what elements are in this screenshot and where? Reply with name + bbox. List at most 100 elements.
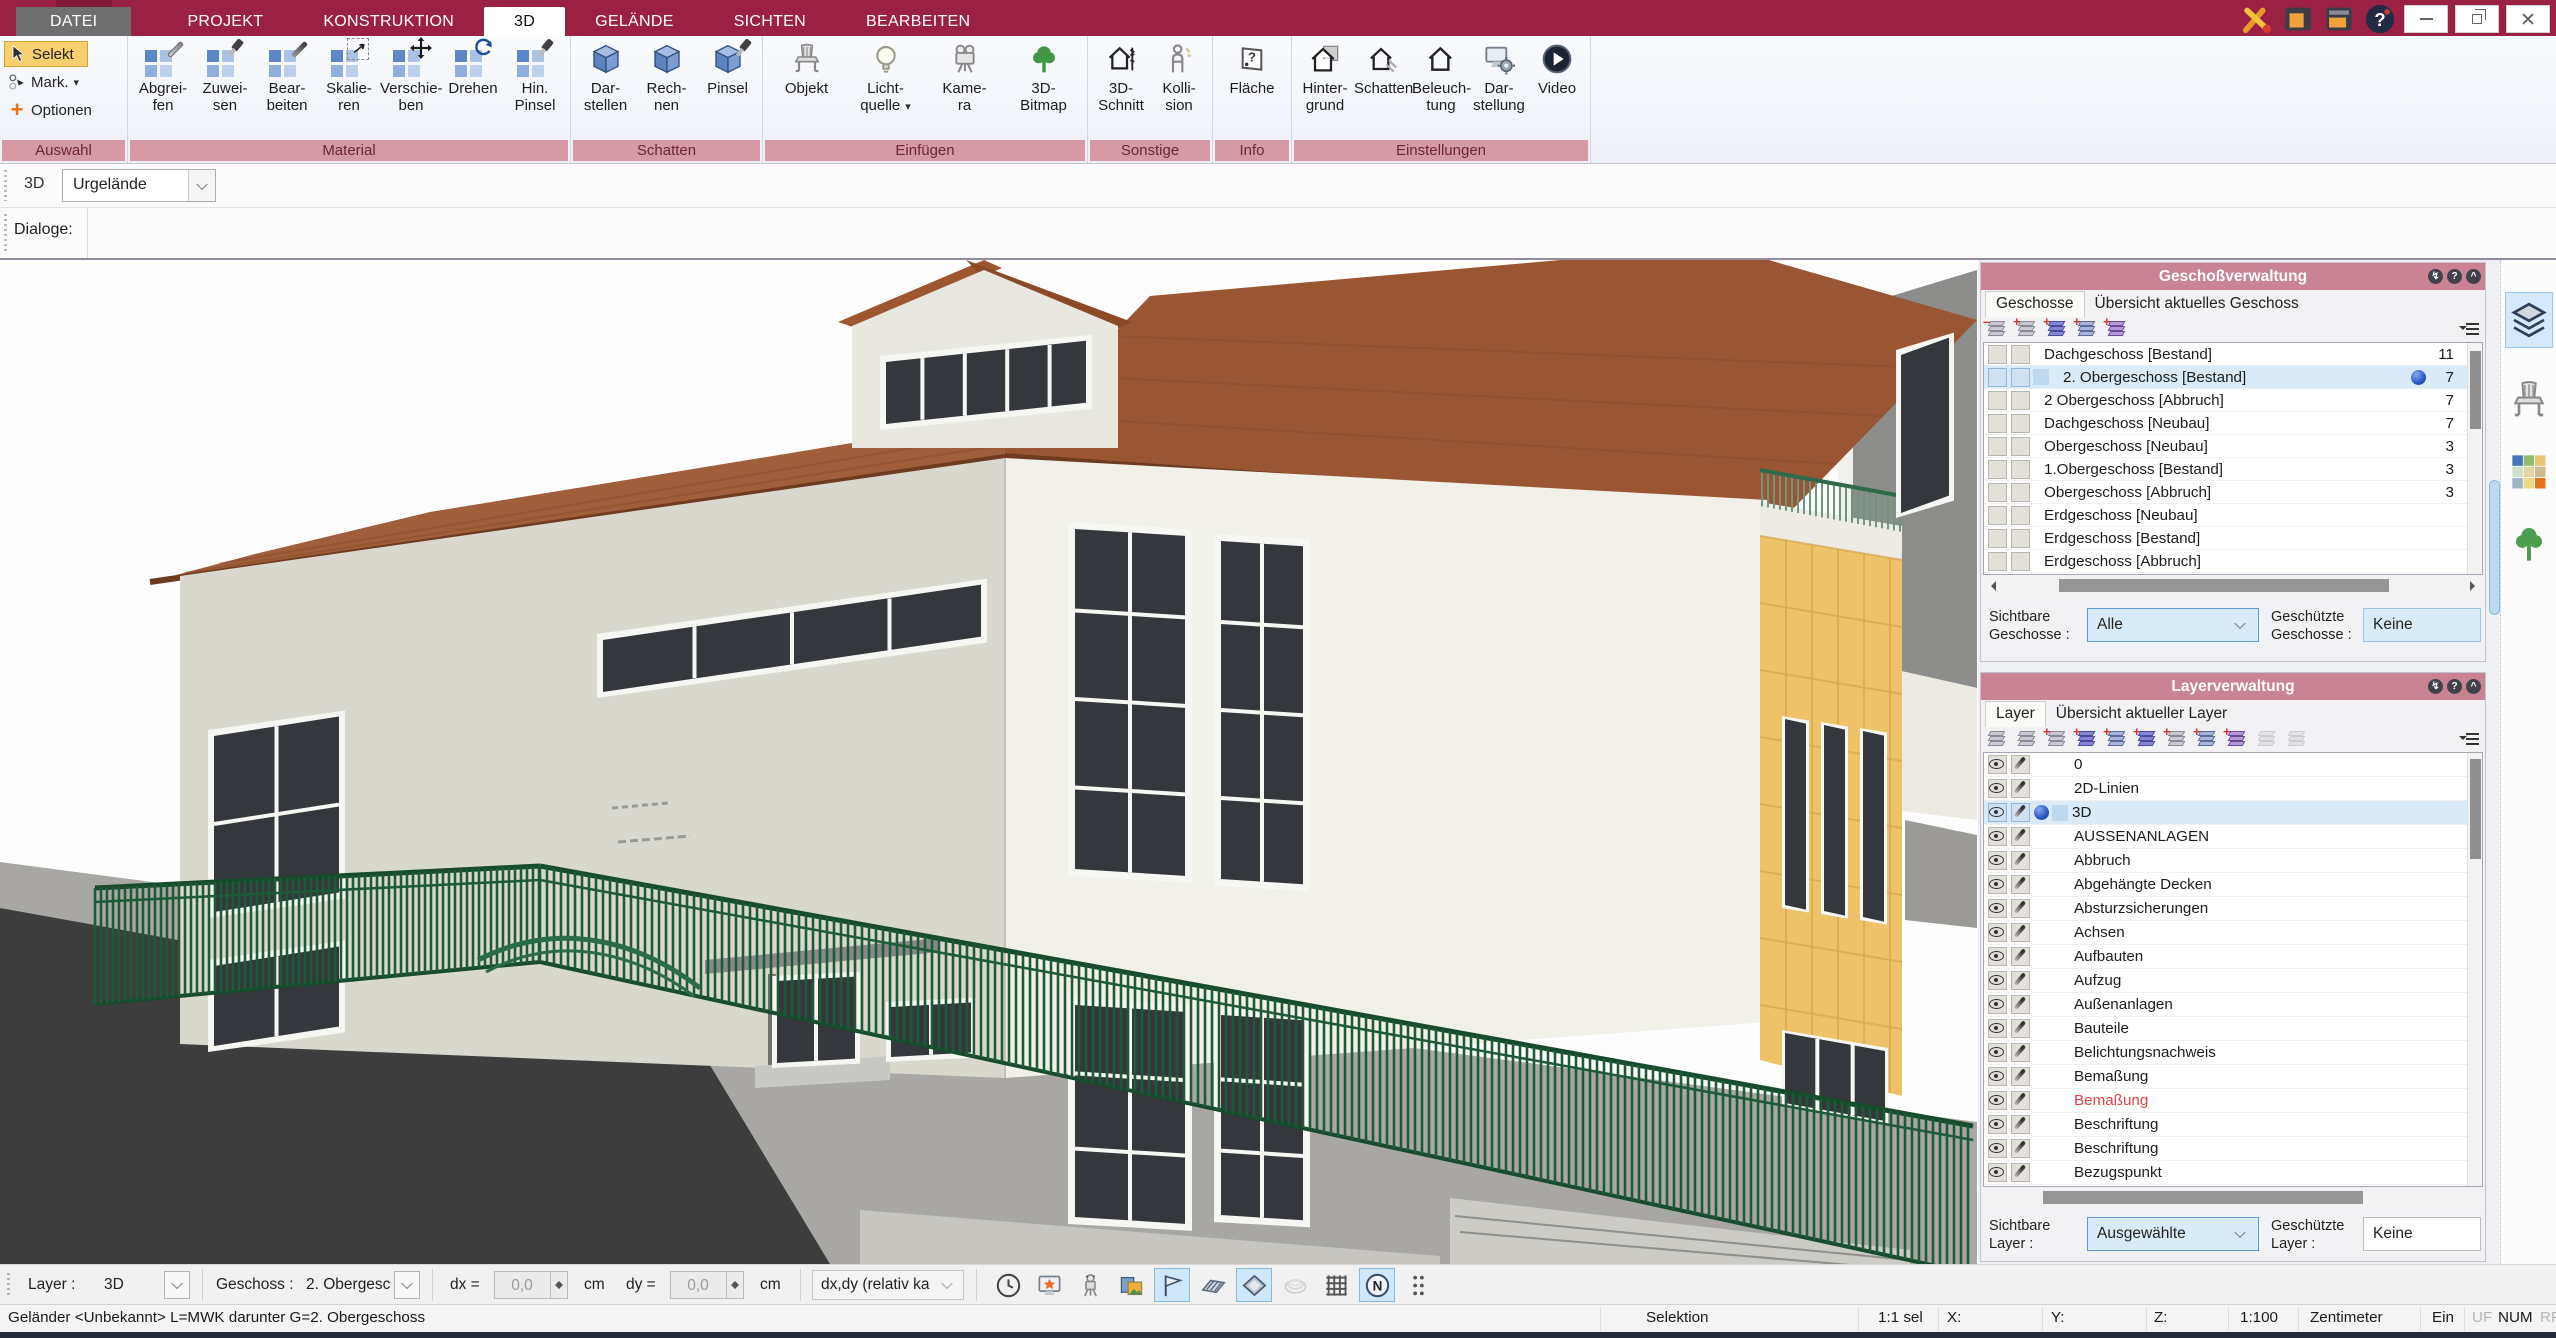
storey-cell-1[interactable]: [1988, 414, 2007, 433]
list-item[interactable]: AUSSENANLAGEN: [1984, 825, 2482, 849]
eye-cell[interactable]: [1988, 875, 2007, 894]
storey-cell-2[interactable]: [2011, 506, 2030, 525]
beleuchtung-button[interactable]: Beleuch-tung: [1412, 39, 1470, 114]
storey-cell-2[interactable]: [2011, 460, 2030, 479]
vegetation-icon[interactable]: [2505, 516, 2553, 572]
storey-cell-2[interactable]: [2011, 345, 2030, 364]
grid-icon[interactable]: [1318, 1268, 1354, 1302]
list-item[interactable]: Abgehängte Decken: [1984, 873, 2482, 897]
monitor-star-icon[interactable]: [1031, 1268, 1067, 1302]
chevron-down-icon[interactable]: [188, 170, 215, 201]
dy-stepper[interactable]: 0,0: [670, 1271, 744, 1299]
list-item[interactable]: Erdgeschoss [Neubau]: [1984, 504, 2482, 527]
layer-rename-icon[interactable]: +: [2227, 731, 2248, 748]
list-item[interactable]: Bezugspunkt: [1984, 1161, 2482, 1185]
eye-cell[interactable]: [1988, 1139, 2007, 1158]
toolbar-grip[interactable]: [4, 170, 7, 201]
list-item[interactable]: 3D: [1984, 801, 2482, 825]
layer-tab-layer[interactable]: Layer: [1985, 701, 2046, 727]
list-item[interactable]: Obergeschoss [Neubau]3: [1984, 435, 2482, 458]
tab-projekt[interactable]: PROJEKT: [157, 7, 293, 36]
eye-cell[interactable]: [1988, 827, 2007, 846]
pencil-cell[interactable]: [2011, 1163, 2030, 1182]
layer-settings-icon[interactable]: +: [2077, 731, 2098, 748]
help-icon[interactable]: ?: [2447, 679, 2462, 694]
collapse-icon[interactable]: ^: [2466, 679, 2481, 694]
layer-tool2-icon[interactable]: [2287, 731, 2308, 748]
pencil-cell[interactable]: [2011, 923, 2030, 942]
storey-cell-1[interactable]: [1988, 483, 2007, 502]
pencil-cell[interactable]: [2011, 995, 2030, 1014]
optionen-button[interactable]: +Optionen: [4, 97, 123, 123]
list-item[interactable]: 2D-Linien: [1984, 777, 2482, 801]
list-item[interactable]: Erdgeschoss [Abbruch]: [1984, 550, 2482, 573]
customize-tools-icon[interactable]: [2240, 6, 2274, 33]
storey-cell-2[interactable]: [2011, 529, 2030, 548]
storey-add-above-icon[interactable]: +: [2047, 321, 2068, 338]
hinpinsel-button[interactable]: Hin.Pinsel: [504, 39, 566, 114]
list-item[interactable]: Bauteile: [1984, 1017, 2482, 1041]
layer-value[interactable]: 3D: [104, 1276, 124, 1294]
list-item[interactable]: Aufzug: [1984, 969, 2482, 993]
geschoss-tab--bersicht-aktuelles-geschoss[interactable]: Übersicht aktuelles Geschoss: [2085, 292, 2309, 317]
tab-bearbeiten[interactable]: BEARBEITEN: [836, 7, 1000, 36]
storey-add-icon[interactable]: +: [2017, 321, 2038, 338]
bearbeiten-button[interactable]: Bear-beiten: [256, 39, 318, 114]
visible-layer-dropdown[interactable]: Ausgewählte: [2087, 1217, 2259, 1251]
eye-cell[interactable]: [1988, 899, 2007, 918]
list-item[interactable]: Außenanlagen: [1984, 993, 2482, 1017]
layer-hscrollbar[interactable]: [1983, 1189, 2483, 1206]
drehen-button[interactable]: Drehen: [442, 39, 504, 97]
3dbitmap-button[interactable]: 3D-Bitmap: [1004, 39, 1083, 114]
minimize-button[interactable]: [2404, 5, 2448, 33]
layer-refresh-icon[interactable]: +: [2137, 731, 2158, 748]
layer-add-icon[interactable]: +: [2107, 731, 2128, 748]
layer-up-icon[interactable]: +: [2167, 731, 2188, 748]
eye-cell[interactable]: [1988, 1163, 2007, 1182]
pencil-cell[interactable]: [2011, 1115, 2030, 1134]
list-item[interactable]: 1.Obergeschoss [Bestand]3: [1984, 458, 2482, 481]
eye-cell[interactable]: [1988, 1019, 2007, 1038]
storey-cell-1[interactable]: [1988, 460, 2007, 479]
storey-cell-2[interactable]: [2011, 391, 2030, 410]
eye-cell[interactable]: [1988, 779, 2007, 798]
darstellen-button[interactable]: Dar-stellen: [575, 39, 636, 114]
skalieren-button[interactable]: ↗Skalie-ren: [318, 39, 380, 114]
sidebar-scrollbar[interactable]: [2489, 480, 2500, 615]
objekt-button[interactable]: Objekt: [767, 39, 846, 97]
storey-cell-2[interactable]: [2011, 437, 2030, 456]
storey-cell-2[interactable]: [2011, 414, 2030, 433]
window-layout-icon[interactable]: [2281, 6, 2315, 33]
tab-3d[interactable]: 3D: [484, 7, 565, 36]
diamond-plane-icon[interactable]: [1236, 1268, 1272, 1302]
list-item[interactable]: Erdgeschoss [Bestand]: [1984, 527, 2482, 550]
pencil-cell[interactable]: [2011, 827, 2030, 846]
layer-dropdown-chevron[interactable]: [164, 1271, 190, 1299]
tab-datei[interactable]: DATEI: [16, 7, 131, 36]
geschoss-hscrollbar[interactable]: [1983, 577, 2483, 594]
storey-cell-2[interactable]: [2011, 552, 2030, 571]
storey-duplicate-icon[interactable]: +: [2107, 321, 2128, 338]
mark-button[interactable]: Mark.▾: [4, 69, 123, 95]
list-item[interactable]: Belichtungsnachweis: [1984, 1041, 2482, 1065]
list-item[interactable]: Beschriftung: [1984, 1137, 2482, 1161]
restore-button[interactable]: [2455, 5, 2499, 33]
pin-icon[interactable]: ↯: [2428, 269, 2443, 284]
storey-remove-icon[interactable]: –: [1987, 321, 2008, 338]
drag-dots-icon[interactable]: [1400, 1268, 1436, 1302]
pinsel-button[interactable]: Pinsel: [697, 39, 758, 97]
3dschnitt-button[interactable]: 3D-Schnitt: [1092, 39, 1150, 114]
kamera-button[interactable]: Kame-ra: [925, 39, 1004, 114]
list-item[interactable]: Absturzsicherungen: [1984, 897, 2482, 921]
pencil-cell[interactable]: [2011, 803, 2030, 822]
clock-icon[interactable]: [990, 1268, 1026, 1302]
layer-vscrollbar[interactable]: [2467, 753, 2482, 1186]
pencil-cell[interactable]: [2011, 899, 2030, 918]
list-item[interactable]: 0: [1984, 753, 2482, 777]
list-item[interactable]: Achsen: [1984, 921, 2482, 945]
tab-sichten[interactable]: SICHTEN: [704, 7, 836, 36]
storey-cell-1[interactable]: [1988, 345, 2007, 364]
storey-cell-1[interactable]: [1988, 437, 2007, 456]
list-item[interactable]: Aufbauten: [1984, 945, 2482, 969]
layer-visible-icon[interactable]: [1987, 731, 2008, 748]
